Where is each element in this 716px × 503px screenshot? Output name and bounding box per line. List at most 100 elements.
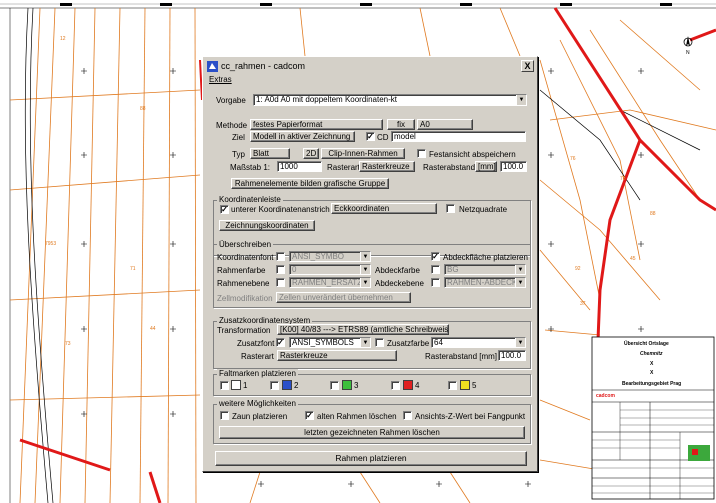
- chevron-down-icon: ▼: [360, 278, 370, 287]
- faltmarke-1-swatch: [231, 380, 241, 390]
- unit-mm-button[interactable]: [mm]: [475, 161, 497, 172]
- abdeckfarbe-select[interactable]: BG ▼: [444, 264, 526, 275]
- svg-text:76: 76: [570, 156, 576, 162]
- vorgabe-label: Vorgabe: [216, 96, 246, 105]
- ansicht-checkbox[interactable]: [403, 411, 412, 420]
- koordinatenfont-checkbox[interactable]: [276, 252, 285, 261]
- rahmenebene-checkbox[interactable]: [276, 278, 285, 287]
- typ-button[interactable]: Blatt: [250, 148, 290, 159]
- massstab-label: Maßstab 1:: [230, 163, 271, 172]
- rahmenfarbe-checkbox[interactable]: [276, 265, 285, 274]
- weitere-title: weitere Möglichkeiten: [217, 399, 298, 409]
- zusatzfont-select[interactable]: ANSI_SYMBOLS ▼: [289, 337, 371, 348]
- faltmarken-title: Faltmarken platzieren: [217, 369, 298, 379]
- svg-text:88: 88: [140, 106, 146, 112]
- dialog-titlebar[interactable]: cc_rahmen - cadcom X: [205, 59, 535, 73]
- cd-checkbox[interactable]: ✓: [366, 132, 375, 141]
- alten-checkbox[interactable]: ✓: [305, 411, 314, 420]
- chevron-down-icon: ▼: [516, 95, 526, 105]
- titleblock-line3: X: [650, 361, 654, 367]
- ueberschreiben-title: Überschreiben: [217, 240, 274, 250]
- svg-text:7953: 7953: [45, 241, 56, 247]
- zusatzfarbe-value: 64: [434, 338, 443, 347]
- zusatzfont-label: Zusatzfont: [237, 339, 275, 348]
- vorgabe-value: 1: A0d A0 mit doppeltem Koordinaten-kt: [256, 95, 397, 104]
- format-value-button[interactable]: A0: [417, 119, 473, 130]
- faltmarke-1-label: 1: [243, 381, 248, 390]
- clip-button[interactable]: Clip-Innen-Rahmen: [321, 148, 405, 159]
- eckkoordinaten-button[interactable]: Eckkoordinaten: [331, 203, 437, 214]
- chevron-down-icon: ▼: [360, 252, 370, 261]
- close-button[interactable]: X: [521, 60, 534, 72]
- rahmen-platzieren-button[interactable]: Rahmen platzieren: [215, 451, 527, 466]
- svg-text:92: 92: [575, 266, 581, 272]
- rasterabstand-input[interactable]: 100.0: [500, 161, 527, 172]
- abdeckebene-select[interactable]: RAHMEN-ABDECKU ▼: [444, 277, 526, 288]
- faltmarke-4-swatch: [403, 380, 413, 390]
- abdeckflaeche-checkbox[interactable]: ✓: [431, 252, 440, 261]
- transformation-label: Transformation: [217, 326, 271, 335]
- netzquadrate-label: Netzquadrate: [459, 205, 508, 214]
- chevron-down-icon: ▼: [515, 265, 525, 274]
- faltmarke-2-checkbox[interactable]: [270, 381, 279, 390]
- rasterart-button[interactable]: Rasterkreuze: [359, 161, 415, 172]
- cc-rahmen-dialog: cc_rahmen - cadcom X Extras Vorgabe 1: A…: [202, 56, 538, 472]
- ziel-button[interactable]: Modell in aktiver Zeichnung: [250, 131, 355, 142]
- titleblock-logo: cadcom: [596, 393, 615, 399]
- dialog-title: cc_rahmen - cadcom: [221, 61, 306, 71]
- svg-text:44: 44: [150, 326, 156, 332]
- faltmarke-5-label: 5: [472, 381, 477, 390]
- faltmarke-5-swatch: [460, 380, 470, 390]
- faltmarke-4-checkbox[interactable]: [391, 381, 400, 390]
- unterer-label: unterer Koordinatenanstrich: [231, 205, 330, 214]
- cd-input[interactable]: model: [391, 131, 526, 142]
- rahmenebene-label: Rahmenebene: [217, 279, 270, 288]
- 2d-button[interactable]: 2D: [303, 148, 319, 159]
- letzten-loeschen-button[interactable]: letzten gezeichneten Rahmen löschen: [219, 426, 525, 439]
- transformation-button[interactable]: [K00] 40/83 ---> ETRS89 (amtliche Schrei…: [277, 324, 449, 335]
- svg-text:N: N: [686, 50, 690, 56]
- faltmarke-5-checkbox[interactable]: [448, 381, 457, 390]
- format-fix-button[interactable]: fix: [387, 119, 415, 130]
- zusatz-rasterabstand-label: Rasterabstand [mm]: [425, 352, 498, 361]
- svg-text:12: 12: [60, 36, 66, 42]
- zusatz-rasterabstand-input[interactable]: 100.0: [498, 350, 526, 361]
- faltmarke-2-label: 2: [294, 381, 299, 390]
- abdeckfarbe-checkbox[interactable]: [431, 265, 440, 274]
- unterer-checkbox[interactable]: ✓: [220, 205, 229, 214]
- faltmarke-3-checkbox[interactable]: [330, 381, 339, 390]
- festansicht-checkbox[interactable]: [417, 149, 426, 158]
- zaun-checkbox[interactable]: [220, 411, 229, 420]
- svg-text:73: 73: [65, 341, 71, 347]
- zusatzfarbe-select[interactable]: 64 ▼: [431, 337, 526, 348]
- abdeckebene-checkbox[interactable]: [431, 278, 440, 287]
- menu-extras[interactable]: Extras: [209, 75, 232, 84]
- vorgabe-select[interactable]: 1: A0d A0 mit doppeltem Koordinaten-kt ▼: [253, 94, 527, 106]
- rahmenebene-select[interactable]: RAHMEN_ERSATZ ▼: [289, 277, 371, 288]
- chevron-down-icon: ▼: [360, 338, 370, 347]
- zusatzfarbe-label: Zusatzfarbe: [387, 339, 430, 348]
- rasterabstand-label: Rasterabstand: [423, 163, 476, 172]
- zusatzfarbe-checkbox[interactable]: [375, 338, 384, 347]
- zusatz-rasterart-button[interactable]: Rasterkreuze: [277, 350, 397, 361]
- zellmod-button[interactable]: Zellen unverändert übernehmen: [276, 292, 411, 303]
- rahmenebene-value: RAHMEN_ERSATZ: [292, 278, 363, 287]
- typ-label: Typ: [232, 150, 245, 159]
- titleblock-line1: Übersicht Ortslage: [624, 341, 669, 347]
- gruppe-button[interactable]: Rahmenelemente bilden grafische Gruppe: [231, 178, 389, 189]
- zeichnungskoordinaten-button[interactable]: Zeichnungskoordinaten: [219, 220, 315, 231]
- massstab-input[interactable]: 1000: [277, 161, 322, 172]
- rahmenfarbe-select[interactable]: 0 ▼: [289, 264, 371, 275]
- festansicht-label: Festansicht abspeichern: [429, 150, 516, 159]
- zusatzfont-checkbox[interactable]: ✓: [276, 338, 285, 347]
- methode-button[interactable]: festes Papierformat: [250, 119, 383, 130]
- abdeckebene-label: Abdeckebene: [375, 279, 424, 288]
- netzquadrate-checkbox[interactable]: [446, 204, 455, 213]
- faltmarke-1-checkbox[interactable]: [220, 381, 229, 390]
- svg-text:71: 71: [130, 266, 136, 272]
- ziel-label: Ziel: [232, 133, 245, 142]
- svg-text:78: 78: [620, 176, 626, 182]
- koordinatenfont-select[interactable]: ANSI_SYMBO ▼: [289, 251, 371, 262]
- chevron-down-icon: ▼: [515, 278, 525, 287]
- titleblock-line5: Bearbeitungsgebiet Prag: [622, 381, 682, 387]
